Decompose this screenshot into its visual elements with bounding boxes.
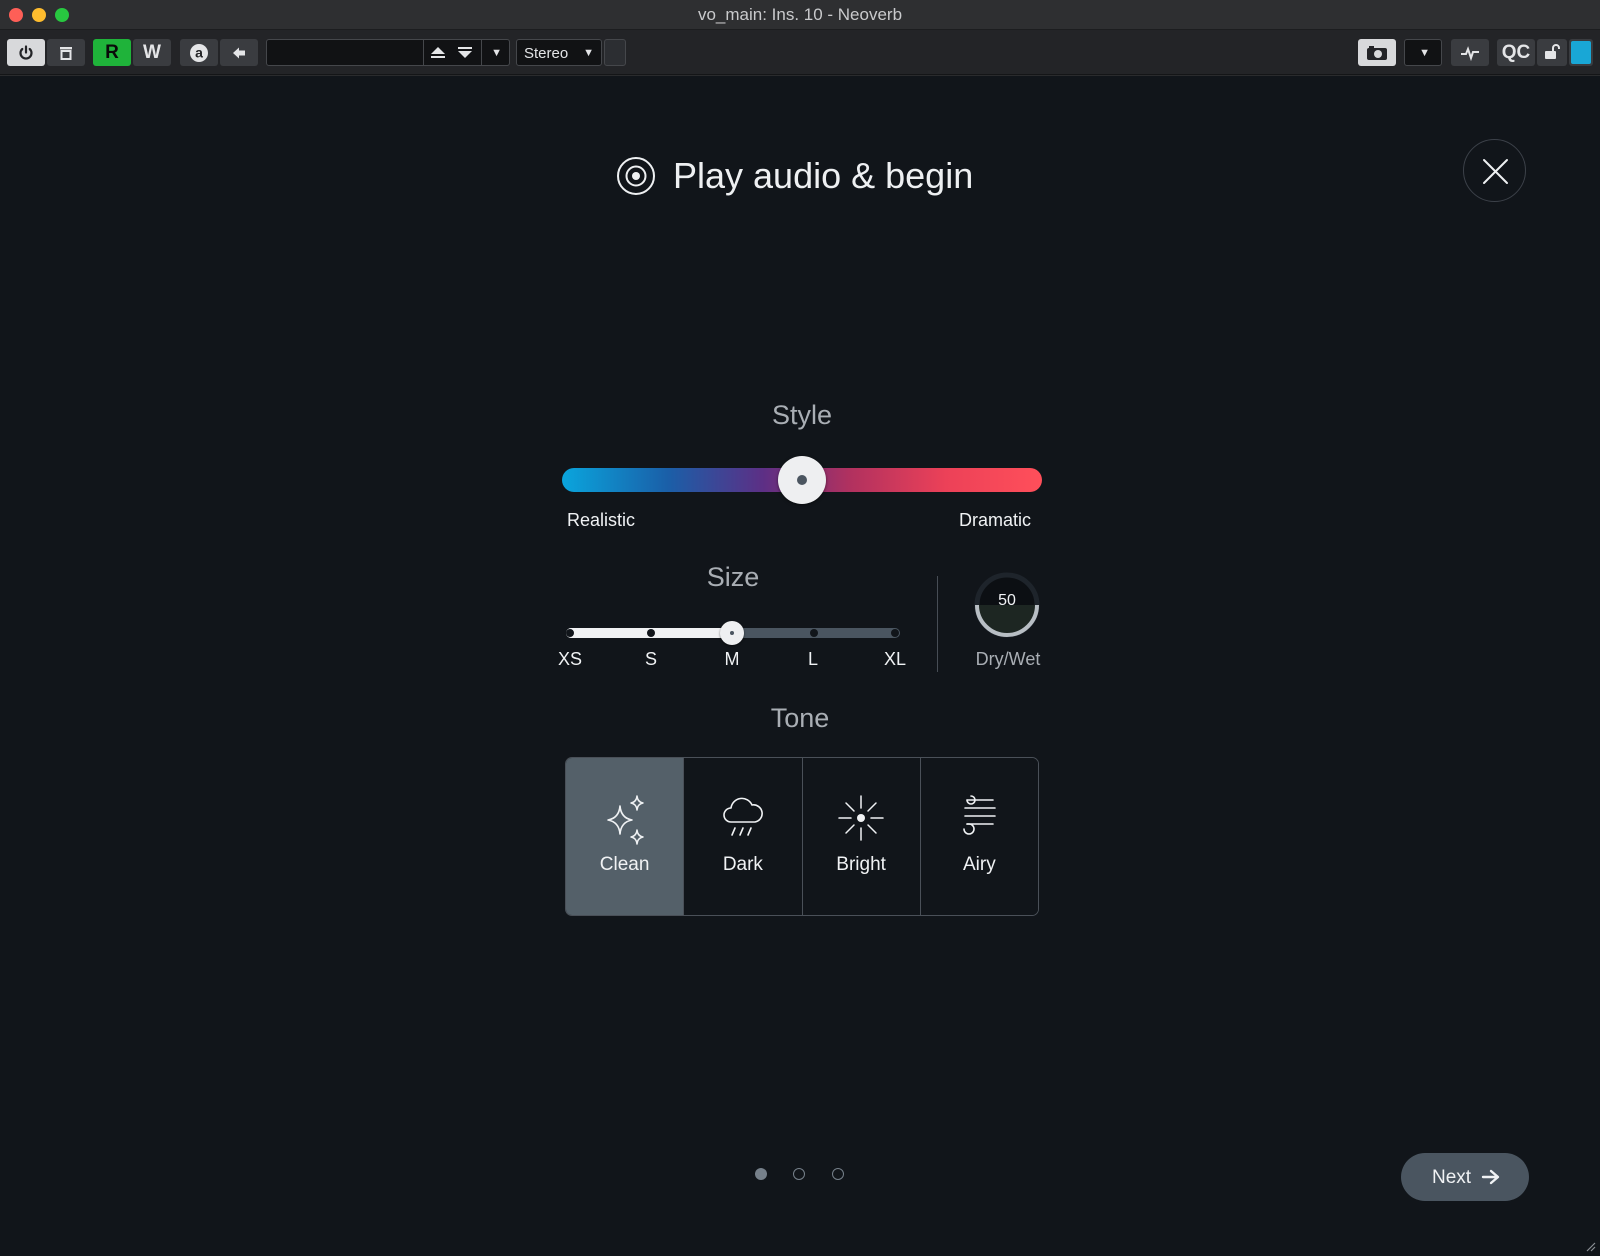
size-option-s[interactable]: S xyxy=(631,649,671,670)
bypass-button[interactable] xyxy=(47,39,85,66)
close-button[interactable] xyxy=(1463,139,1526,202)
window-title: vo_main: Ins. 10 - Neoverb xyxy=(697,5,903,24)
write-automation-button[interactable]: W xyxy=(133,39,171,66)
assistant-header: Play audio & begin xyxy=(616,154,973,198)
unlock-icon xyxy=(1545,44,1560,59)
arrow-up-icon[interactable] xyxy=(428,44,448,62)
automation-button[interactable]: a xyxy=(180,39,218,66)
size-option-l[interactable]: L xyxy=(793,649,833,670)
plugin-color-button[interactable] xyxy=(1569,39,1593,66)
tone-option-label: Dark xyxy=(722,854,763,875)
record-target-icon xyxy=(617,157,655,195)
power-icon xyxy=(19,45,33,60)
chevron-down-icon: ▼ xyxy=(583,47,594,59)
channel-select[interactable]: Stereo ▼ xyxy=(516,39,602,66)
channel-value: Stereo xyxy=(524,45,569,62)
tone-option-label: Airy xyxy=(963,854,996,875)
page-title: Play audio & begin xyxy=(673,155,974,196)
preset-field[interactable]: ▼ xyxy=(266,39,510,66)
tone-label: Tone xyxy=(770,703,830,733)
next-label: Next xyxy=(1432,1167,1472,1188)
plugin-panel: Play audio & begin Style Realistic Drama… xyxy=(0,76,1600,1256)
automation-a-icon: a xyxy=(190,44,208,62)
pager-dot-2[interactable] xyxy=(793,1168,805,1180)
close-icon xyxy=(1483,159,1508,184)
read-automation-button[interactable]: R xyxy=(93,39,131,66)
side-chain-button[interactable] xyxy=(604,39,626,66)
tone-option-airy[interactable]: Airy xyxy=(920,758,1038,915)
lock-button[interactable] xyxy=(1537,39,1567,66)
size-option-xs[interactable]: XS xyxy=(550,649,590,670)
size-option-m[interactable]: M xyxy=(712,649,752,670)
power-button[interactable] xyxy=(7,39,45,66)
arrow-down-icon[interactable] xyxy=(455,44,475,62)
camera-icon xyxy=(1367,46,1387,60)
plugin-color-swatch xyxy=(1571,41,1591,64)
size-stop-xl[interactable] xyxy=(891,629,899,637)
tone-selector: Clean Dark Bright Airy xyxy=(565,757,1039,916)
resize-grip-icon[interactable] xyxy=(1584,1240,1596,1252)
qc-button[interactable]: QC xyxy=(1497,39,1535,66)
size-option-xl[interactable]: XL xyxy=(875,649,915,670)
tone-option-label: Bright xyxy=(836,854,886,875)
style-max-label: Dramatic xyxy=(959,510,1032,530)
options-dropdown[interactable]: ▼ xyxy=(1404,39,1442,66)
sparkles-icon xyxy=(606,795,644,845)
size-stop-xs[interactable] xyxy=(566,629,574,637)
snapshot-button[interactable] xyxy=(1358,39,1396,66)
bypass-icon xyxy=(60,47,72,60)
rain-cloud-icon xyxy=(723,797,763,836)
sun-burst-icon xyxy=(838,795,884,841)
pulse-icon xyxy=(1461,46,1479,62)
dry-wet-label: Dry/Wet xyxy=(975,649,1041,669)
back-button[interactable] xyxy=(220,39,258,66)
wind-icon xyxy=(963,795,997,835)
tone-option-bright[interactable]: Bright xyxy=(802,758,921,915)
arrow-left-icon xyxy=(233,47,245,59)
tone-option-label: Clean xyxy=(599,854,650,875)
arrow-right-icon xyxy=(1481,1169,1500,1185)
tone-option-clean[interactable]: Clean xyxy=(566,758,685,915)
size-stop-l[interactable] xyxy=(810,629,818,637)
next-button[interactable]: Next xyxy=(1401,1153,1529,1201)
size-label: Size xyxy=(706,562,760,592)
pager-dot-1[interactable] xyxy=(755,1168,767,1180)
size-slider-handle[interactable] xyxy=(720,621,744,645)
size-stop-s[interactable] xyxy=(647,629,655,637)
chevron-down-icon: ▼ xyxy=(1419,47,1430,59)
pager-dot-3[interactable] xyxy=(832,1168,844,1180)
style-slider-handle[interactable] xyxy=(778,456,826,504)
activity-button[interactable] xyxy=(1451,39,1489,66)
dry-wet-value: 50 xyxy=(998,592,1016,609)
window-titlebar: vo_main: Ins. 10 - Neoverb xyxy=(0,0,1600,30)
svg-text:a: a xyxy=(195,45,203,61)
style-label: Style xyxy=(771,400,833,430)
divider xyxy=(937,576,938,672)
style-min-label: Realistic xyxy=(567,510,636,530)
tone-option-dark[interactable]: Dark xyxy=(684,758,803,915)
host-toolbar: R W a ▼ Stereo ▼ ▼ QC xyxy=(0,30,1600,75)
preset-dropdown-caret[interactable]: ▼ xyxy=(491,40,502,67)
